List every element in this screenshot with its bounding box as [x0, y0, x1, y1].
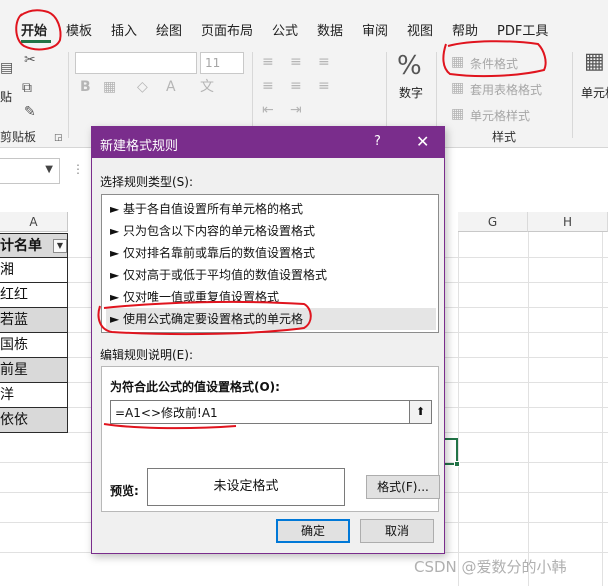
name-box[interactable]: ▼ [0, 158, 60, 184]
table-cell[interactable]: 依依 [0, 408, 68, 433]
tab-help[interactable]: 帮助 [452, 20, 478, 39]
tab-page-layout[interactable]: 页面布局 [201, 20, 253, 39]
tab-pdf-tools[interactable]: PDF工具 [497, 20, 548, 39]
paste-icon[interactable]: ▤ [0, 60, 13, 76]
clipboard-group-label: 剪贴板 [0, 130, 37, 144]
tab-insert[interactable]: 插入 [111, 20, 137, 39]
table-cell[interactable]: 洋 [0, 383, 68, 408]
align-middle-icon[interactable]: ≡ [290, 54, 302, 70]
font-size-value: 11 [205, 56, 221, 70]
ribbon-separator [572, 52, 573, 138]
ribbon-tab-bar: 开始 模板 插入 绘图 页面布局 公式 数据 审阅 视图 帮助 PDF工具 [0, 0, 608, 46]
tab-review[interactable]: 审阅 [362, 20, 388, 39]
new-format-rule-dialog: 新建格式规则 ? ✕ 选择规则类型(S): ► 基于各自值设置所有单元格的格式 … [91, 126, 445, 554]
filter-dropdown-icon[interactable]: ▼ [53, 239, 67, 253]
cancel-button[interactable]: 取消 [360, 519, 434, 543]
phonetic-icon[interactable]: 文 [200, 79, 214, 95]
rule-type-item[interactable]: ► 仅对高于或低于平均值的数值设置格式 [106, 264, 436, 286]
paste-label[interactable]: 贴 [0, 88, 12, 105]
format-painter-icon[interactable]: ✎ [24, 104, 36, 120]
column-header-h[interactable]: H [528, 212, 608, 232]
font-size-combo[interactable]: 11 [200, 52, 244, 74]
rule-description-panel: 为符合此公式的值设置格式(O): =A1<>修改前!A1 ⬆ 预览: 未设定格式… [101, 366, 440, 512]
outdent-icon[interactable]: ⇥ [290, 102, 302, 118]
cell-styles-button[interactable]: 单元格样式 [470, 107, 530, 124]
edit-rule-label: 编辑规则说明(E): [100, 348, 193, 362]
rule-type-label: 选择规则类型(S): [100, 175, 194, 189]
format-as-table-button[interactable]: 套用表格格式 [470, 81, 542, 98]
ok-button[interactable]: 确定 [276, 519, 350, 543]
table-cell[interactable]: 若蓝 [0, 308, 68, 333]
table-cell[interactable]: 红红 [0, 283, 68, 308]
fill-handle[interactable] [454, 461, 460, 467]
bold-icon[interactable]: B [80, 79, 91, 95]
formula-heading: 为符合此公式的值设置格式(O): [110, 380, 280, 394]
dialog-title-bar[interactable]: 新建格式规则 ? ✕ [92, 127, 444, 158]
table-header-cell[interactable]: 计名单 ▼ [0, 233, 68, 258]
conditional-format-icon[interactable]: ▦ [451, 54, 464, 70]
format-button[interactable]: 格式(F)... [366, 475, 440, 499]
dialog-title: 新建格式规则 [100, 139, 179, 154]
table-format-icon[interactable]: ▦ [451, 80, 464, 96]
conditional-format-button[interactable]: 条件格式 [470, 55, 518, 72]
align-top-icon[interactable]: ≡ [262, 54, 274, 70]
rule-type-item[interactable]: ► 仅对唯一值或重复值设置格式 [106, 286, 436, 308]
dialog-launcher-icon[interactable]: ◲ [54, 130, 63, 146]
cells-label[interactable]: 单元格 [581, 84, 608, 101]
chevron-down-icon[interactable]: ▼ [45, 164, 53, 175]
cell-text: 计名单 [0, 238, 42, 254]
align-bottom-icon[interactable]: ≡ [318, 54, 330, 70]
align-center-icon[interactable]: ≡ [290, 78, 302, 94]
watermark: CSDN @爱数分的小韩 [414, 558, 567, 576]
tab-data[interactable]: 数据 [317, 20, 343, 39]
table-cell[interactable]: 国栋 [0, 333, 68, 358]
rule-type-item[interactable]: ► 基于各自值设置所有单元格的格式 [106, 198, 436, 220]
number-format-label[interactable]: 数字 [399, 84, 423, 101]
active-tab-indicator [21, 40, 51, 43]
rule-type-list[interactable]: ► 基于各自值设置所有单元格的格式 ► 只为包含以下内容的单元格设置格式 ► 仅… [101, 194, 439, 333]
tab-home[interactable]: 开始 [21, 20, 47, 39]
collapse-dialog-icon[interactable]: ⬆ [410, 400, 432, 424]
indent-icon[interactable]: ⇤ [262, 102, 274, 118]
gridline [602, 232, 603, 586]
tab-view[interactable]: 视图 [407, 20, 433, 39]
tab-draw[interactable]: 绘图 [156, 20, 182, 39]
table-cell[interactable]: 湘 [0, 258, 68, 283]
fill-color-icon[interactable]: ◇ [137, 79, 148, 95]
column-header-a[interactable]: A [0, 212, 68, 232]
ribbon-separator [68, 52, 69, 138]
column-header-g[interactable]: G [458, 212, 528, 232]
percent-icon[interactable]: % [397, 52, 422, 80]
formula-input[interactable]: =A1<>修改前!A1 [110, 400, 410, 424]
cell-styles-icon[interactable]: ▦ [451, 106, 464, 122]
font-name-combo[interactable] [75, 52, 197, 74]
font-color-icon[interactable]: A [166, 79, 176, 95]
close-icon[interactable]: ✕ [416, 132, 429, 151]
preview-label: 预览: [110, 484, 139, 498]
gridline [528, 232, 529, 586]
tab-formulas[interactable]: 公式 [272, 20, 298, 39]
rule-type-item-selected[interactable]: ► 使用公式确定要设置格式的单元格 [106, 308, 436, 330]
cut-icon[interactable]: ✂ [24, 52, 36, 68]
cells-icon[interactable]: ▦ [584, 51, 605, 73]
rule-type-item[interactable]: ► 仅对排名靠前或靠后的数值设置格式 [106, 242, 436, 264]
preview-box: 未设定格式 [147, 468, 345, 506]
copy-icon[interactable]: ⧉ [22, 80, 32, 96]
align-left-icon[interactable]: ≡ [262, 78, 274, 94]
tab-template[interactable]: 模板 [66, 20, 92, 39]
help-icon[interactable]: ? [374, 134, 381, 149]
align-right-icon[interactable]: ≡ [318, 78, 330, 94]
rule-type-item[interactable]: ► 只为包含以下内容的单元格设置格式 [106, 220, 436, 242]
border-icon[interactable]: ▦ [103, 79, 116, 95]
table-cell[interactable]: 前星 [0, 358, 68, 383]
more-icon[interactable]: ⋮ [72, 162, 84, 176]
styles-group-label: 样式 [492, 130, 517, 144]
gridline [458, 232, 459, 586]
